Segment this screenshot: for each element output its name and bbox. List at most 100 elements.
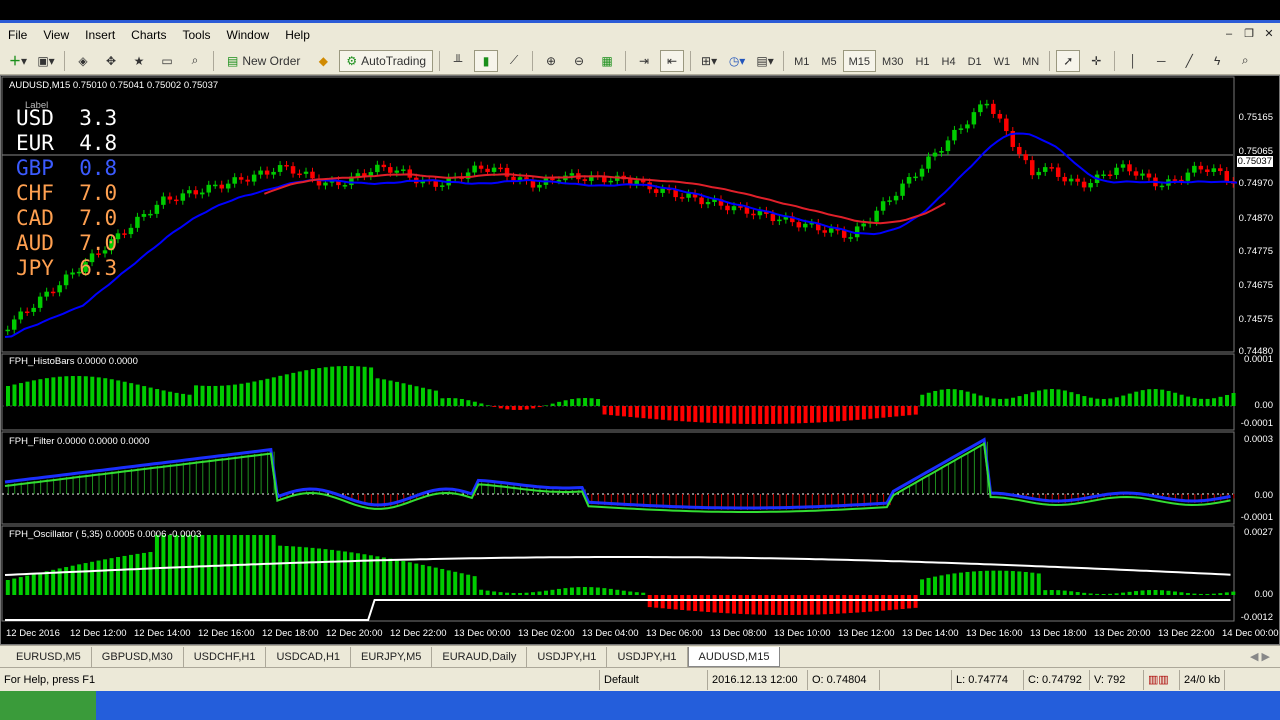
metaeditor-icon[interactable]: ◆ xyxy=(311,50,335,72)
histobar xyxy=(965,391,970,406)
chart-tabs: EURUSD,M5 GBPUSD,M30 USDCHF,H1 USDCAD,H1… xyxy=(0,645,1280,667)
candle-body xyxy=(1023,154,1029,161)
bar-chart-icon[interactable]: ╨ xyxy=(446,50,470,72)
histobar xyxy=(38,379,43,406)
periods-icon[interactable]: ◷▾ xyxy=(725,50,749,72)
histobar xyxy=(719,406,724,424)
minimize-icon[interactable]: – xyxy=(1222,27,1236,41)
histobar xyxy=(881,406,886,418)
chart-window[interactable]: AUDUSD,M15 0.75010 0.75041 0.75002 0.750… xyxy=(0,75,1280,645)
histobar xyxy=(1024,394,1029,406)
tab-scroll-icon[interactable]: ◀ ▶ xyxy=(1250,650,1280,663)
candle-body xyxy=(238,177,244,180)
candle-body xyxy=(1114,167,1119,175)
new-order-button[interactable]: ▤ New Order xyxy=(220,50,307,72)
histobar xyxy=(570,399,575,406)
oscillator-bar xyxy=(803,595,808,615)
chart-shift-icon[interactable]: ⇤ xyxy=(660,49,685,72)
restore-icon[interactable]: ❐ xyxy=(1242,27,1256,41)
tab-usdjpy-h1[interactable]: USDJPY,H1 xyxy=(527,646,608,667)
start-button[interactable] xyxy=(0,691,96,720)
histobar xyxy=(148,387,153,406)
timeframe-d1[interactable]: D1 xyxy=(962,50,988,72)
candle-body xyxy=(50,291,56,294)
new-chart-icon[interactable]: ＋ ▾ xyxy=(6,50,30,72)
histobar xyxy=(18,383,23,406)
histobar xyxy=(531,406,536,409)
autotrading-button[interactable]: ⚙ AutoTrading xyxy=(339,49,434,72)
vertical-line-icon[interactable]: │ xyxy=(1121,50,1145,72)
histobar xyxy=(446,398,451,406)
timeframe-w1[interactable]: W1 xyxy=(988,50,1017,72)
indicators-icon[interactable]: ⊞▾ xyxy=(697,50,721,72)
histobar xyxy=(1225,394,1230,406)
text-tool-icon[interactable]: ⌕ xyxy=(1233,50,1257,72)
histobar xyxy=(1056,389,1061,406)
tab-usdcad-h1[interactable]: USDCAD,H1 xyxy=(266,646,352,667)
candle-body xyxy=(1127,164,1132,172)
timeframe-m15[interactable]: M15 xyxy=(842,49,877,72)
horizontal-line-icon[interactable]: ─ xyxy=(1149,50,1173,72)
crosshair-icon[interactable]: ✛ xyxy=(1084,50,1108,72)
timeframe-m5[interactable]: M5 xyxy=(815,50,842,72)
autoscroll-icon[interactable]: ⇥ xyxy=(632,50,656,72)
menu-window[interactable]: Window xyxy=(219,23,278,47)
histobar xyxy=(129,383,134,406)
tab-euraud-daily[interactable]: EURAUD,Daily xyxy=(432,646,528,667)
terminal-icon[interactable]: ▭ xyxy=(155,50,179,72)
timeframe-h4[interactable]: H4 xyxy=(936,50,962,72)
histobar xyxy=(771,406,776,424)
tab-audusd-m15[interactable]: AUDUSD,M15 xyxy=(687,646,781,667)
oscillator-bar xyxy=(18,577,23,595)
candle-body xyxy=(945,140,951,152)
market-watch-icon[interactable]: ◈ xyxy=(71,50,95,72)
oscillator-bar xyxy=(686,595,691,611)
timeframe-m1[interactable]: M1 xyxy=(788,50,815,72)
oscillator-bar xyxy=(70,565,75,595)
trendline-icon[interactable]: ╱ xyxy=(1177,50,1201,72)
tile-windows-icon[interactable]: ▦ xyxy=(595,50,619,72)
templates-icon[interactable]: ▤▾ xyxy=(753,50,777,72)
menu-file[interactable]: File xyxy=(0,23,35,47)
fibo-icon[interactable]: ϟ xyxy=(1205,50,1229,72)
timeframe-m30[interactable]: M30 xyxy=(876,50,909,72)
candle-body xyxy=(997,113,1003,119)
tab-eurjpy-m5[interactable]: EURJPY,M5 xyxy=(351,646,433,667)
candle-body xyxy=(141,214,147,217)
tab-usdjpy-h1-2[interactable]: USDJPY,H1 xyxy=(607,646,688,667)
tab-eurusd-m5[interactable]: EURUSD,M5 xyxy=(6,646,92,667)
autotrading-icon: ⚙ xyxy=(346,53,358,68)
menu-tools[interactable]: Tools xyxy=(175,23,219,47)
candle-body xyxy=(537,184,542,188)
price-label: 0.75165 xyxy=(1238,112,1273,123)
line-chart-icon[interactable]: ⟋ xyxy=(502,50,526,72)
histobar xyxy=(343,366,348,406)
strategy-tester-icon[interactable]: ⌕ xyxy=(183,50,207,72)
profiles-icon[interactable]: ▣▾ xyxy=(34,50,58,72)
oscillator-bar xyxy=(1134,591,1139,595)
zoom-in-icon[interactable]: ⊕ xyxy=(539,50,563,72)
zoom-out-icon[interactable]: ⊖ xyxy=(567,50,591,72)
histobar xyxy=(887,406,892,418)
menu-charts[interactable]: Charts xyxy=(123,23,174,47)
oscillator-bar xyxy=(712,595,717,613)
oscillator-bar xyxy=(751,595,756,615)
cursor-icon[interactable]: ➚ xyxy=(1056,49,1081,72)
navigator-icon[interactable]: ★ xyxy=(127,50,151,72)
tab-usdchf-h1[interactable]: USDCHF,H1 xyxy=(184,646,267,667)
autotrading-label: AutoTrading xyxy=(361,53,427,68)
timeframe-h1[interactable]: H1 xyxy=(909,50,935,72)
data-window-icon[interactable]: ✥ xyxy=(99,50,123,72)
candlestick-icon[interactable]: ▮ xyxy=(474,49,499,72)
tab-gbpusd-m30[interactable]: GBPUSD,M30 xyxy=(92,646,184,667)
indicator-scale-label: 0.0001 xyxy=(1243,354,1273,365)
menu-view[interactable]: View xyxy=(35,23,77,47)
menu-help[interactable]: Help xyxy=(277,23,318,47)
menu-insert[interactable]: Insert xyxy=(77,23,123,47)
candle-body xyxy=(154,204,160,214)
close-icon[interactable]: ✕ xyxy=(1262,27,1276,41)
candle-body xyxy=(342,185,348,187)
timeframe-mn[interactable]: MN xyxy=(1016,50,1045,72)
histobar xyxy=(1212,398,1217,406)
histobar xyxy=(706,406,711,423)
